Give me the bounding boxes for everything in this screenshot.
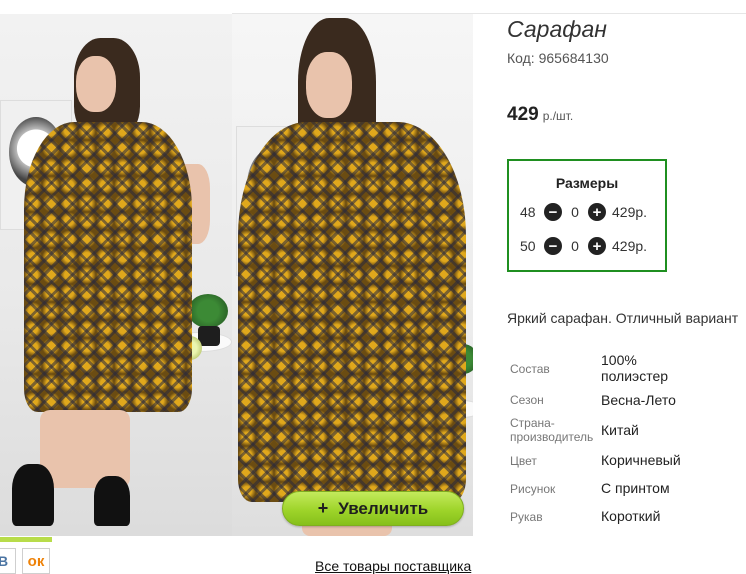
plus-icon: + (317, 498, 329, 518)
size-quantity[interactable]: 0 (562, 204, 588, 220)
zoom-button-label: Увеличить (338, 498, 429, 518)
attr-label-sleeve: Рукав (510, 510, 543, 524)
product-photo-main[interactable] (232, 14, 473, 536)
attr-label-country: Страна-производитель (510, 416, 594, 444)
size-row: 50 − 0 + 429р. (520, 236, 647, 256)
attr-value-country: Китай (601, 422, 639, 438)
attr-label-season: Сезон (510, 393, 544, 407)
product-photo-front[interactable] (0, 14, 232, 536)
attr-value-sleeve: Короткий (601, 508, 661, 524)
gallery-accent-strip (0, 537, 52, 542)
plus-icon[interactable]: + (588, 237, 606, 255)
attr-value-composition: 100% полиэстер (601, 352, 669, 384)
dress-print (238, 122, 466, 502)
vk-icon[interactable]: В (0, 548, 16, 574)
price-row: 429 р./шт. (507, 104, 573, 126)
top-divider (232, 0, 746, 14)
sizes-title: Размеры (555, 175, 619, 191)
sizes-selector: Размеры 48 − 0 + 429р. 50 − 0 + 429р. (507, 159, 667, 272)
product-title: Сарафан (507, 16, 607, 42)
shoe-left (12, 464, 54, 526)
model-face (306, 52, 352, 118)
shoe-right (94, 476, 130, 526)
price-unit: р./шт. (542, 109, 574, 123)
size-price: 429р. (612, 238, 648, 254)
size-value: 50 (520, 238, 536, 254)
product-code: Код: 965684130 (507, 50, 609, 66)
attr-label-composition: Состав (510, 362, 550, 376)
zoom-button[interactable]: + Увеличить (282, 491, 464, 526)
ok-icon[interactable]: ок (22, 548, 50, 574)
attr-value-pattern: С принтом (601, 480, 670, 496)
product-description: Яркий сарафан. Отличный вариант (507, 310, 739, 326)
potted-plant (188, 294, 228, 328)
product-code-value: 965684130 (538, 50, 609, 66)
product-code-label: Код: (507, 50, 535, 66)
minus-icon[interactable]: − (544, 203, 562, 221)
attr-value-color: Коричневый (601, 452, 681, 468)
attr-label-pattern: Рисунок (510, 482, 556, 496)
size-value: 48 (520, 204, 536, 220)
size-row: 48 − 0 + 429р. (520, 202, 647, 222)
model-face (76, 56, 116, 112)
size-quantity[interactable]: 0 (562, 238, 588, 254)
attr-value-season: Весна-Лето (601, 392, 676, 408)
attr-label-color: Цвет (510, 454, 537, 468)
minus-icon[interactable]: − (544, 237, 562, 255)
product-price: 429 (507, 104, 539, 125)
plus-icon[interactable]: + (588, 203, 606, 221)
dress-print (24, 122, 192, 412)
supplier-products-link[interactable]: Все товары поставщика (315, 558, 471, 574)
size-price: 429р. (612, 204, 648, 220)
